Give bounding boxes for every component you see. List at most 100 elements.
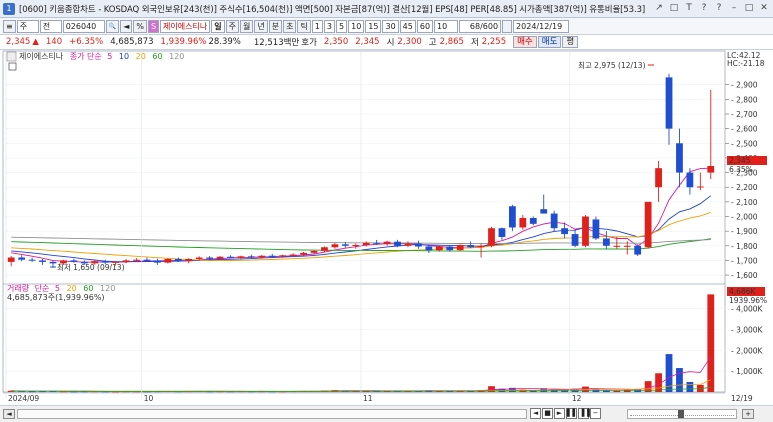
candle-body [582, 216, 589, 246]
candle-body [446, 246, 454, 251]
candle-body [404, 243, 412, 246]
zoom-in-icon[interactable]: + [742, 409, 754, 419]
stop-icon[interactable]: ■ [542, 408, 553, 419]
candle-body [592, 219, 600, 239]
candle-body [550, 213, 558, 229]
volume-current-tag-text: 4,686K [729, 287, 756, 296]
candle-body [237, 256, 245, 258]
volume-tick-label: - 4,000K [731, 305, 764, 314]
step-forward-icon[interactable]: ► [554, 408, 565, 419]
stock-chart[interactable]: - 2,900- 2,800- 2,700- 2,600- 2,500- 2,4… [0, 0, 773, 405]
fast-back-icon[interactable]: ▌▌ [566, 408, 578, 419]
candle-body [310, 250, 318, 253]
candle-body [49, 261, 57, 264]
legend-ma20: 20 [136, 52, 146, 61]
candle-body [362, 242, 370, 246]
scroll-left-icon[interactable]: ◄ [3, 409, 15, 419]
volume-axis: - 4,000K - 3,000K - 2,000K - 1,000K [731, 305, 764, 377]
price-tick-label: - 1,900 [731, 227, 758, 236]
candle-body [488, 228, 495, 246]
volume-tick-label: - 3,000K [731, 326, 764, 335]
chart-frame [2, 50, 726, 393]
candle-body [321, 247, 328, 251]
price-tick-label: - 2,700 [731, 110, 758, 119]
volume-bar [676, 368, 683, 392]
candle-body [39, 260, 46, 262]
candle-body [477, 245, 485, 248]
price-tick-label: - 2,600 [731, 125, 758, 134]
volume-legend-label: 거래량 [7, 283, 30, 293]
candle-body [602, 238, 610, 246]
volume-legend-ma5: 5 [55, 284, 60, 293]
panel-menu-icon[interactable] [6, 51, 17, 62]
price-tick-label: - 1,800 [731, 242, 758, 251]
candle-body [529, 217, 537, 224]
candle-body [467, 245, 475, 248]
legend-ma5: 5 [107, 52, 112, 61]
candle-body [174, 258, 182, 262]
current-pct-tag: 6.35% [729, 165, 753, 174]
date-end-label: 12/19 [731, 394, 753, 403]
candle-body [383, 241, 391, 244]
price-tick-label: - 2,100 [731, 198, 758, 207]
zoom-out-icon[interactable]: − [590, 408, 601, 419]
price-tick-label: - 2,000 [731, 213, 758, 222]
date-tick-label: 10 [144, 394, 154, 403]
zoom-slider[interactable] [627, 409, 737, 419]
candle-body [686, 172, 694, 188]
zoom-knob[interactable] [678, 410, 684, 418]
candle-body [28, 259, 36, 261]
candle-body [634, 245, 642, 255]
candle-body [247, 256, 255, 258]
hc-label: HC:-21.18 [727, 59, 765, 68]
volume-legend-ma120: 120 [100, 284, 115, 293]
candle-body [540, 209, 548, 214]
legend-ma60: 60 [152, 52, 162, 61]
candle-body [665, 77, 673, 129]
legend-ma120: 120 [169, 52, 184, 61]
date-tick-label: 12 [572, 394, 582, 403]
price-tick-label: - 2,800 [731, 95, 758, 104]
candle-body [18, 257, 26, 260]
price-tick-label: - 1,700 [731, 256, 758, 265]
price-tick-label: - 2,900 [731, 81, 758, 90]
chart-scrollbar: ◄ ◄ ■ ► ▌▌ ▐▐ − + [0, 405, 773, 422]
candle-body [498, 228, 506, 237]
legend-ma-label: 종가 단순 [70, 51, 102, 61]
candle-body [70, 260, 78, 262]
candle-body [122, 260, 130, 262]
current-price-tag-text: 2,345 [729, 156, 751, 165]
candle-body [696, 186, 704, 188]
candle-body [185, 258, 193, 262]
panel-label-row: 제이에스티나 종가 단순 5 10 20 60 120 [19, 51, 184, 61]
date-tick-label: 2024/09 [8, 394, 39, 403]
price-tick-label: - 2,500 [731, 139, 758, 148]
candle-body [425, 246, 433, 251]
candle-body [394, 241, 401, 246]
candle-body [415, 243, 422, 247]
low-annotation: 최저 1,650 (09/13) [57, 262, 125, 272]
volume-value-label: 4,685,873주(1,939.96%) [7, 293, 105, 302]
volume-legend-ma20: 20 [67, 284, 77, 293]
candle-body [644, 201, 652, 248]
candle-body [676, 143, 683, 173]
candle-body [707, 165, 715, 173]
candle-body [216, 256, 224, 259]
candle-body [352, 245, 360, 247]
candle-body [300, 252, 307, 255]
step-back-icon[interactable]: ◄ [530, 408, 541, 419]
date-tick-label: 11 [363, 394, 373, 403]
fast-forward-icon[interactable]: ▐▐ [578, 408, 590, 419]
candle-body [195, 257, 203, 259]
candle-body [268, 255, 276, 257]
candle-body [456, 245, 464, 251]
volume-tick-label: - 1,000K [731, 367, 764, 376]
candle-body [341, 244, 349, 246]
candle-body [206, 257, 213, 259]
high-annotation: 최고 2,975 (12/13) [578, 60, 646, 70]
candle-body [561, 228, 568, 235]
legend-ma10: 10 [119, 52, 129, 61]
price-axis: - 2,900- 2,800- 2,700- 2,600- 2,500- 2,4… [725, 81, 758, 280]
candle-body [509, 206, 516, 228]
scroll-track[interactable] [17, 409, 527, 419]
